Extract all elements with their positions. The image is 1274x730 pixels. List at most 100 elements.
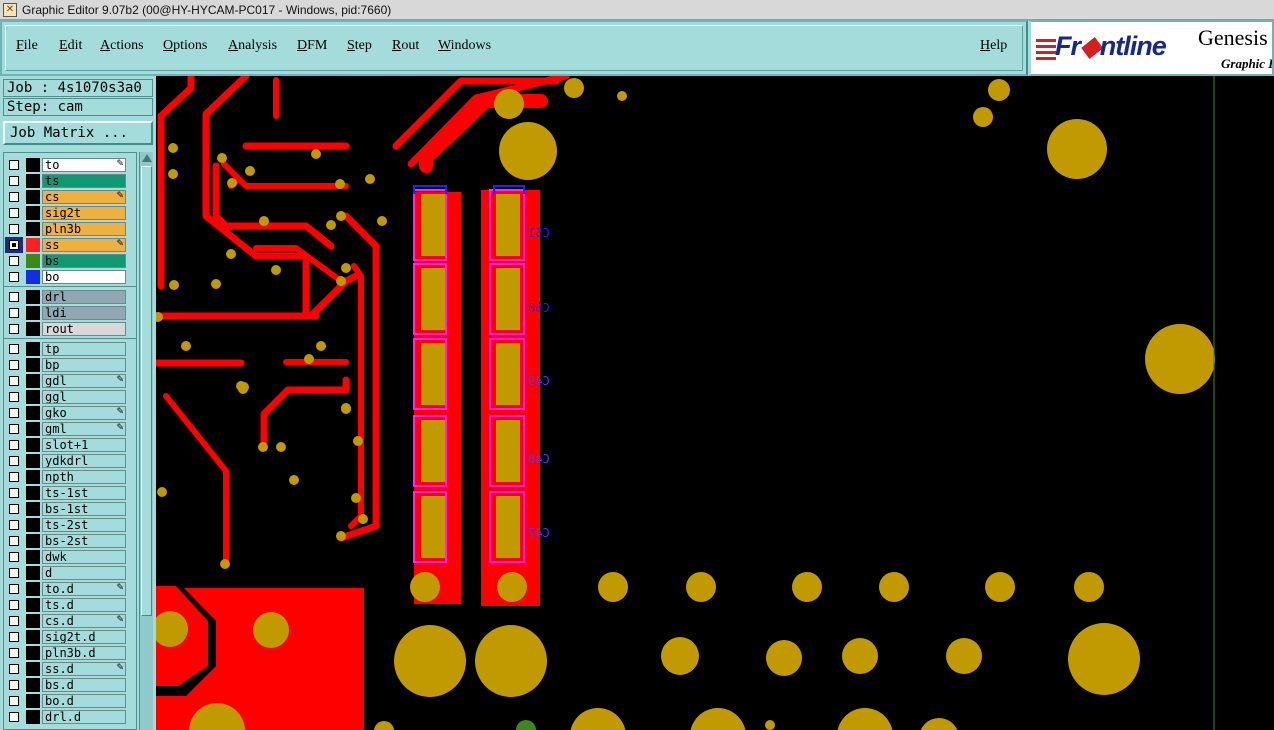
layer-row-ss[interactable]: ss ✎ [4,237,136,253]
layer-checkbox[interactable] [9,308,19,318]
layer-name[interactable]: rout [42,322,126,336]
layer-name[interactable]: d [42,566,126,580]
layer-row-slot-1[interactable]: slot+1 [4,437,136,453]
layer-color-swatch[interactable] [26,190,40,204]
layer-row-bs[interactable]: bs [4,253,136,269]
layer-checkbox[interactable] [9,472,19,482]
layer-color-swatch[interactable] [26,290,40,304]
layer-row-to-d[interactable]: to.d ✎ [4,581,136,597]
layer-row-npth[interactable]: npth [4,469,136,485]
menu-file[interactable]: File [16,38,38,54]
layer-color-swatch[interactable] [26,662,40,676]
layer-checkbox[interactable] [9,324,19,334]
layer-row-ts-2st[interactable]: ts-2st [4,517,136,533]
layer-color-swatch[interactable] [26,174,40,188]
layer-color-swatch[interactable] [26,254,40,268]
graphic-canvas[interactable]: C51 C50 C49 C48 C47 [156,76,1274,730]
layer-name[interactable]: to.d ✎ [42,582,126,596]
layer-row-bs-d[interactable]: bs.d [4,677,136,693]
layer-name[interactable]: ldi [42,306,126,320]
layer-color-swatch[interactable] [26,470,40,484]
layer-name[interactable]: ydkdrl [42,454,126,468]
layer-checkbox[interactable] [9,520,19,530]
layer-color-swatch[interactable] [26,306,40,320]
layer-name[interactable]: to ✎ [42,158,126,172]
layer-checkbox[interactable] [9,648,19,658]
layer-checkbox[interactable] [9,208,19,218]
layer-row-drl-d[interactable]: drl.d [4,709,136,725]
layer-row-ts[interactable]: ts [4,173,136,189]
layer-checkbox[interactable] [9,272,19,282]
layer-color-swatch[interactable] [26,390,40,404]
menu-options[interactable]: Options [163,38,207,54]
layer-row-gko[interactable]: gko ✎ [4,405,136,421]
layer-checkbox[interactable] [9,360,19,370]
layer-checkbox[interactable] [9,664,19,674]
layer-row-bo-d[interactable]: bo.d [4,693,136,709]
layer-color-swatch[interactable] [26,406,40,420]
layer-name[interactable]: ts [42,174,126,188]
layer-checkbox[interactable] [9,240,19,250]
layer-checkbox[interactable] [9,176,19,186]
layer-name[interactable]: ts-1st [42,486,126,500]
layer-color-swatch[interactable] [26,270,40,284]
layer-color-swatch[interactable] [26,322,40,336]
layer-checkbox[interactable] [9,256,19,266]
layer-name[interactable]: sig2t.d [42,630,126,644]
layer-color-swatch[interactable] [26,678,40,692]
menu-edit[interactable]: Edit [59,38,82,54]
layer-row-ggl[interactable]: ggl [4,389,136,405]
layer-checkbox[interactable] [9,536,19,546]
layer-row-tp[interactable]: tp [4,341,136,357]
layer-checkbox[interactable] [9,376,19,386]
layer-name[interactable]: bs-1st [42,502,126,516]
layer-name[interactable]: drl.d [42,710,126,724]
layer-row-gml[interactable]: gml ✎ [4,421,136,437]
layer-checkbox[interactable] [9,292,19,302]
layer-checkbox[interactable] [9,488,19,498]
layer-color-swatch[interactable] [26,550,40,564]
layer-color-swatch[interactable] [26,438,40,452]
layer-color-swatch[interactable] [26,358,40,372]
layer-color-swatch[interactable] [26,486,40,500]
layer-checkbox[interactable] [9,160,19,170]
layer-row-sig2t[interactable]: sig2t [4,205,136,221]
layer-row-bs-1st[interactable]: bs-1st [4,501,136,517]
menu-dfm[interactable]: DFM [297,38,327,54]
layer-color-swatch[interactable] [26,534,40,548]
layer-color-swatch[interactable] [26,238,40,252]
layer-color-swatch[interactable] [26,598,40,612]
layer-row-ydkdrl[interactable]: ydkdrl [4,453,136,469]
layer-color-swatch[interactable] [26,710,40,724]
layer-row-bp[interactable]: bp [4,357,136,373]
layer-row-dwk[interactable]: dwk [4,549,136,565]
layer-row-pln3b-d[interactable]: pln3b.d [4,645,136,661]
scroll-up-arrow-icon[interactable] [142,154,152,162]
layer-color-swatch[interactable] [26,694,40,708]
layer-checkbox[interactable] [9,680,19,690]
layer-name[interactable]: ts.d [42,598,126,612]
menu-step[interactable]: Step [347,38,372,54]
pcb-artwork[interactable] [156,76,1274,730]
layer-row-ldi[interactable]: ldi [4,305,136,321]
layer-checkbox[interactable] [9,712,19,722]
layer-checkbox[interactable] [9,504,19,514]
layer-name[interactable]: ss.d ✎ [42,662,126,676]
layer-row-bs-2st[interactable]: bs-2st [4,533,136,549]
layer-name[interactable]: npth [42,470,126,484]
layer-name[interactable]: cs ✎ [42,190,126,204]
layer-name[interactable]: dwk [42,550,126,564]
layer-color-swatch[interactable] [26,502,40,516]
layer-checkbox[interactable] [9,192,19,202]
layer-row-ts-1st[interactable]: ts-1st [4,485,136,501]
layer-name[interactable]: pln3b.d [42,646,126,660]
layer-name[interactable]: bs.d [42,678,126,692]
layer-checkbox[interactable] [9,408,19,418]
layer-name[interactable]: gko ✎ [42,406,126,420]
layer-row-cs-d[interactable]: cs.d ✎ [4,613,136,629]
scroll-thumb[interactable] [141,166,152,616]
layer-checkbox[interactable] [9,440,19,450]
layer-name[interactable]: gml ✎ [42,422,126,436]
layer-checkbox[interactable] [9,344,19,354]
layer-name[interactable]: ggl [42,390,126,404]
